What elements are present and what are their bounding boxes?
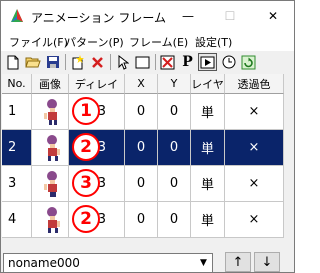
cell-transparent: × <box>225 94 284 130</box>
cell-no: 2 <box>2 130 32 166</box>
cell-layer: 単 <box>191 202 225 238</box>
close-icon: ✕ <box>267 9 279 23</box>
cell-x: 0 <box>125 94 158 130</box>
text-p-button[interactable]: P <box>178 53 197 71</box>
cell-y: 0 <box>158 94 191 130</box>
cell-x: 0 <box>125 166 158 202</box>
cell-layer: 単 <box>191 130 225 166</box>
select-tool-button[interactable] <box>113 53 132 71</box>
rectangle-tool-button[interactable] <box>133 53 152 71</box>
timer-clock-icon <box>222 55 235 69</box>
cell-layer: 単 <box>191 94 225 130</box>
menu-file[interactable]: ファイル(F) <box>9 34 68 50</box>
save-button[interactable] <box>43 53 62 71</box>
new-frame-button[interactable] <box>68 53 87 71</box>
chevron-down-icon[interactable]: ▼ <box>195 254 212 272</box>
cell-x: 0 <box>125 130 158 166</box>
cell-y: 0 <box>158 130 191 166</box>
vertical-scrollbar[interactable] <box>284 74 294 238</box>
cell-transparent: × <box>225 130 284 166</box>
table-row-selected[interactable]: 2 3 0 0 単 × 2 <box>2 130 284 166</box>
new-frame-icon <box>72 54 84 69</box>
frame-pattern-badge: 2 <box>72 205 100 233</box>
window-title: アニメーション フレーム <box>31 11 166 25</box>
title-bar[interactable]: アニメーション フレーム — ☐ ✕ <box>1 1 294 31</box>
toggle-x-icon <box>160 55 175 69</box>
new-file-button[interactable] <box>3 53 22 71</box>
menu-pattern[interactable]: パターン(P) <box>65 34 124 50</box>
refresh-button[interactable] <box>239 53 258 71</box>
move-up-button[interactable]: ↑ <box>225 252 251 272</box>
column-header-transparent-color[interactable]: 透過色 <box>225 74 284 94</box>
toggle-x-button[interactable] <box>158 53 177 71</box>
cell-transparent: × <box>225 202 284 238</box>
cell-y: 0 <box>158 166 191 202</box>
table-row[interactable]: 4 3 0 0 単 × 2 <box>2 202 284 238</box>
save-icon <box>46 56 59 68</box>
bottom-bar: noname000 ▼ ↑ ↓ <box>1 238 294 273</box>
cell-no: 3 <box>2 166 32 202</box>
cell-no: 1 <box>2 94 32 130</box>
minimize-button[interactable]: — <box>167 1 209 31</box>
menu-frame[interactable]: フレーム(E) <box>129 34 188 50</box>
column-header-no[interactable]: No. <box>2 74 32 94</box>
cell-no: 4 <box>2 202 32 238</box>
frame-sprite <box>44 171 57 197</box>
column-header-y[interactable]: Y <box>158 74 191 94</box>
toolbar-separator <box>65 54 66 70</box>
toolbar: P <box>1 51 294 73</box>
play-icon <box>200 56 215 68</box>
column-header-image[interactable]: 画像 <box>32 74 69 94</box>
frame-pattern-badge: 3 <box>72 169 100 197</box>
table-row[interactable]: 3 3 0 0 単 × 3 <box>2 166 284 202</box>
timer-button[interactable] <box>219 53 238 71</box>
pointer-icon <box>118 54 129 70</box>
menu-bar: ファイル(F) パターン(P) フレーム(E) 設定(T) <box>1 31 294 51</box>
column-header-delay[interactable]: ディレイ <box>69 74 125 94</box>
move-down-button[interactable]: ↓ <box>254 252 280 272</box>
frame-sprite <box>47 207 60 233</box>
open-button[interactable] <box>23 53 42 71</box>
menu-settings[interactable]: 設定(T) <box>195 34 232 50</box>
delete-icon <box>92 56 103 68</box>
frame-pattern-badge: 1 <box>72 97 100 125</box>
column-header-layer[interactable]: レイヤ <box>191 74 225 94</box>
cell-y: 0 <box>158 202 191 238</box>
frame-pattern-badge: 2 <box>72 133 100 161</box>
toolbar-separator <box>110 54 111 70</box>
delete-button[interactable] <box>88 53 107 71</box>
cell-transparent: × <box>225 166 284 202</box>
arrow-up-icon: ↑ <box>232 254 244 270</box>
table-row[interactable]: 1 3 0 0 単 × 1 <box>2 94 284 130</box>
name-dropdown-value: noname000 <box>8 256 80 270</box>
frame-sprite <box>44 99 57 125</box>
frame-table: No. 画像 ディレイ X Y レイヤ 透過色 1 3 0 0 単 × 1 2 … <box>2 74 284 238</box>
frame-sprite <box>47 135 60 161</box>
cell-x: 0 <box>125 202 158 238</box>
arrow-down-icon: ↓ <box>261 254 273 270</box>
animation-frame-window: アニメーション フレーム — ☐ ✕ ファイル(F) パターン(P) フレーム(… <box>0 0 295 273</box>
new-file-icon <box>7 55 18 69</box>
name-dropdown[interactable]: noname000 ▼ <box>3 253 213 273</box>
maximize-icon: ☐ <box>224 9 236 23</box>
cell-layer: 単 <box>191 166 225 202</box>
refresh-icon <box>241 55 256 69</box>
maximize-button[interactable]: ☐ <box>209 1 251 31</box>
open-folder-icon <box>24 57 41 68</box>
app-icon <box>11 9 23 22</box>
play-button[interactable] <box>198 53 217 71</box>
text-p-icon: P <box>182 54 193 70</box>
close-button[interactable]: ✕ <box>252 1 294 31</box>
minimize-icon: — <box>182 9 194 23</box>
toolbar-separator <box>155 54 156 70</box>
rectangle-select-icon <box>135 56 150 68</box>
column-header-x[interactable]: X <box>125 74 158 94</box>
